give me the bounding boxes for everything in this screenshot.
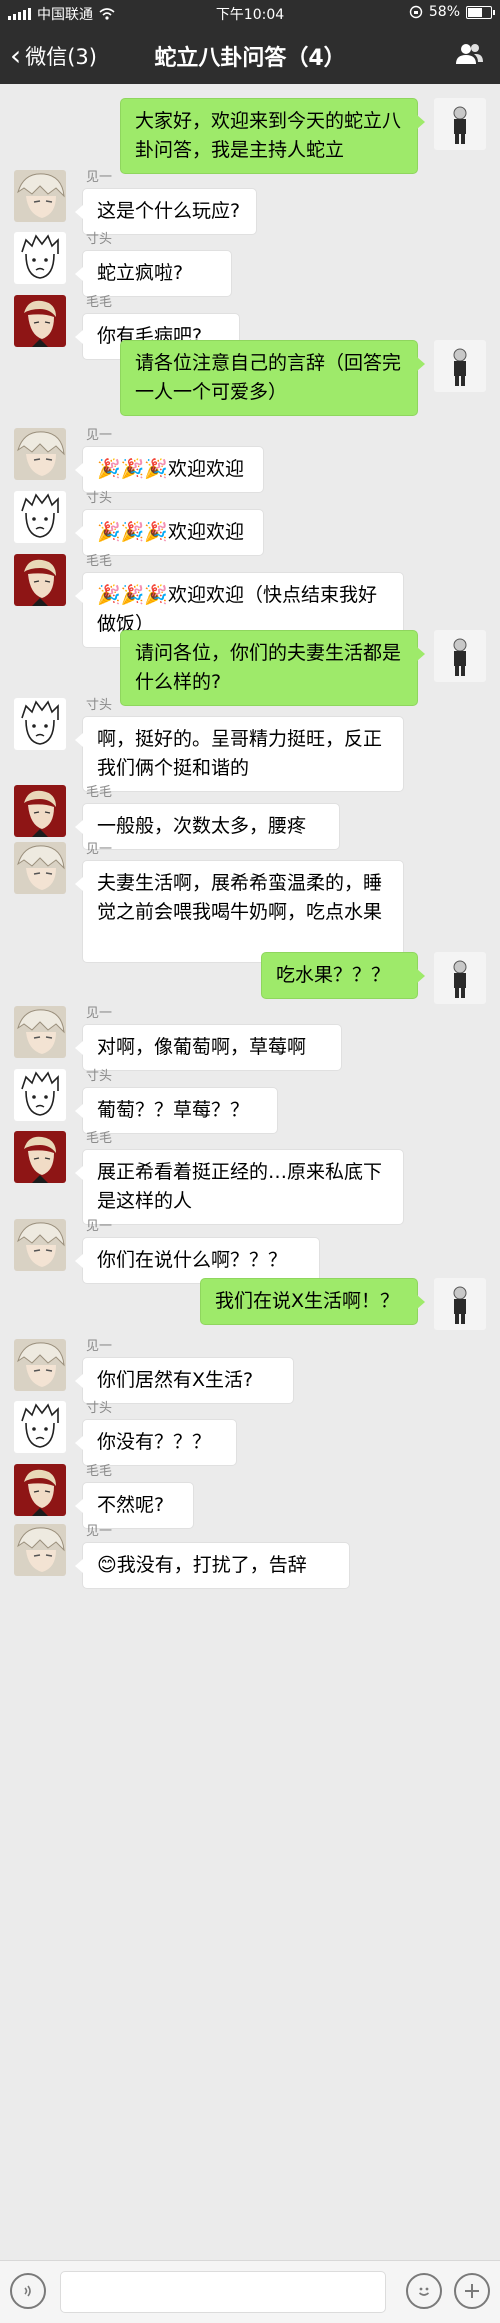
avatar[interactable] bbox=[14, 1006, 66, 1058]
message-list[interactable]: 大家好，欢迎来到今天的蛇立八卦问答，我是主持人蛇立 见一 这是个什么玩应? 寸头 蛇立疯… bbox=[0, 84, 500, 2260]
status-bar: 中国联通 下午10:04 58% bbox=[0, 0, 500, 26]
sender-name: 毛毛 bbox=[86, 554, 113, 569]
sender-name: 见一 bbox=[86, 428, 113, 443]
message-bubble[interactable]: 夫妻生活啊，展希希蛮温柔的，睡觉之前会喂我喝牛奶啊，吃点水果 bbox=[75, 860, 404, 963]
battery-icon bbox=[466, 5, 495, 19]
message-bubble[interactable]: 一般般，次数太多，腰疼 bbox=[75, 803, 340, 850]
avatar[interactable] bbox=[14, 1339, 66, 1391]
message-bubble[interactable]: 啊，挺好的。呈哥精力挺旺，反正我们俩个挺和谐的 bbox=[75, 716, 404, 792]
chat-title: 蛇立八卦问答（4） bbox=[154, 46, 346, 71]
sender-name: 毛毛 bbox=[86, 785, 113, 800]
message-bubble[interactable]: 你没有？？？ bbox=[75, 1419, 237, 1466]
smiley-icon bbox=[418, 2287, 430, 2296]
message-bubble[interactable]: 展正希看着挺正经的…原来私底下是这样的人 bbox=[75, 1149, 404, 1225]
voice-button[interactable] bbox=[10, 2273, 46, 2309]
message-bubble[interactable]: 大家好，欢迎来到今天的蛇立八卦问答，我是主持人蛇立 bbox=[120, 98, 425, 174]
message-bubble[interactable]: 你们在说什么啊？？？ bbox=[75, 1237, 320, 1284]
avatar[interactable] bbox=[14, 842, 66, 894]
sender-name: 毛毛 bbox=[86, 295, 113, 310]
message-bubble[interactable]: 🎉🎉🎉欢迎欢迎 bbox=[75, 446, 264, 493]
avatar[interactable] bbox=[14, 491, 66, 543]
sender-name: 寸头 bbox=[86, 1069, 113, 1084]
avatar[interactable] bbox=[14, 785, 66, 837]
sender-name: 见一 bbox=[86, 170, 113, 185]
message-bubble[interactable]: 请各位注意自己的言辞（回答完一人一个可爱多） bbox=[120, 340, 425, 416]
avatar[interactable] bbox=[434, 340, 486, 392]
message-bubble[interactable]: 我们在说X生活啊！？ bbox=[200, 1278, 425, 1325]
avatar[interactable] bbox=[14, 698, 66, 750]
sender-name: 毛毛 bbox=[86, 1131, 113, 1146]
group-members-icon[interactable] bbox=[454, 42, 484, 66]
sender-name: 见一 bbox=[86, 1006, 113, 1021]
avatar[interactable] bbox=[14, 1524, 66, 1576]
avatar[interactable] bbox=[14, 232, 66, 284]
sender-name: 毛毛 bbox=[86, 1464, 113, 1479]
sender-name: 寸头 bbox=[86, 232, 113, 247]
avatar[interactable] bbox=[14, 170, 66, 222]
sender-name: 见一 bbox=[86, 1524, 113, 1539]
avatar[interactable] bbox=[434, 952, 486, 1004]
message-bubble[interactable]: 😊我没有，打扰了，告辞 bbox=[75, 1542, 350, 1589]
sender-name: 寸头 bbox=[86, 491, 113, 506]
sender-name: 见一 bbox=[86, 1339, 113, 1354]
avatar[interactable] bbox=[434, 630, 486, 682]
voice-icon bbox=[24, 2285, 31, 2297]
avatar[interactable] bbox=[434, 98, 486, 150]
avatar[interactable] bbox=[14, 1401, 66, 1453]
avatar[interactable] bbox=[14, 1219, 66, 1271]
chat-header: ‹ 微信(3) 蛇立八卦问答（4） bbox=[0, 26, 500, 84]
emoji-button[interactable] bbox=[406, 2273, 442, 2309]
rotation-lock-icon bbox=[409, 5, 423, 19]
sender-name: 寸头 bbox=[86, 1401, 113, 1416]
avatar[interactable] bbox=[14, 1131, 66, 1183]
avatar[interactable] bbox=[14, 428, 66, 480]
plus-icon bbox=[465, 2284, 479, 2298]
avatar[interactable] bbox=[14, 1464, 66, 1516]
avatar[interactable] bbox=[14, 1069, 66, 1121]
message-bubble[interactable]: 🎉🎉🎉欢迎欢迎 bbox=[75, 509, 264, 556]
sender-name: 见一 bbox=[86, 842, 113, 857]
message-bubble[interactable]: 吃水果？？？ bbox=[261, 952, 425, 999]
sender-name: 寸头 bbox=[86, 698, 113, 713]
avatar[interactable] bbox=[14, 554, 66, 606]
more-button[interactable] bbox=[454, 2273, 490, 2309]
avatar[interactable] bbox=[434, 1278, 486, 1330]
battery-percent: 58% bbox=[428, 4, 460, 20]
sender-name: 见一 bbox=[86, 1219, 113, 1234]
avatar[interactable] bbox=[14, 295, 66, 347]
message-bubble[interactable]: 对啊，像葡萄啊，草莓啊 bbox=[75, 1024, 342, 1071]
input-bar bbox=[0, 2260, 500, 2323]
message-input[interactable] bbox=[60, 2271, 386, 2313]
message-bubble[interactable]: 蛇立疯啦? bbox=[75, 250, 232, 297]
message-bubble[interactable]: 请问各位，你们的夫妻生活都是什么样的? bbox=[120, 630, 425, 706]
message-bubble[interactable]: 你们居然有X生活? bbox=[75, 1357, 294, 1404]
